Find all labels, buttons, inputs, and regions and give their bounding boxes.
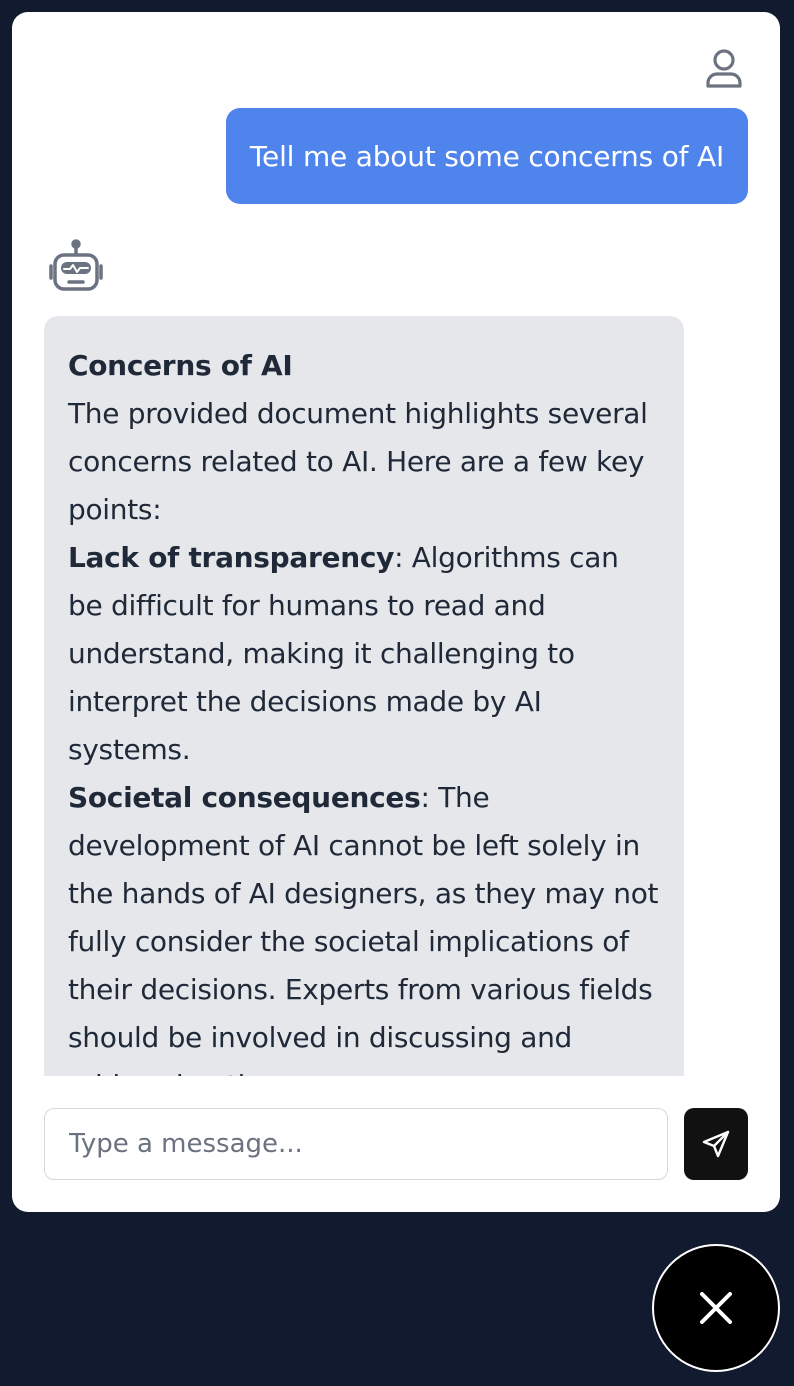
bot-message-title: Concerns of AI bbox=[68, 349, 293, 382]
bot-message-point: Societal consequences: The development o… bbox=[68, 774, 660, 1076]
bot-message-bubble: Concerns of AI The provided document hig… bbox=[44, 316, 684, 1076]
paper-plane-icon bbox=[702, 1130, 730, 1158]
bot-message-point: Lack of transparency: Algorithms can be … bbox=[68, 534, 660, 774]
chat-window: Tell me about some concerns of AI Concer… bbox=[12, 12, 780, 1212]
bot-message-point-heading: Societal consequences bbox=[68, 781, 421, 814]
bot-message-intro: The provided document highlights several… bbox=[68, 397, 648, 526]
user-avatar bbox=[700, 46, 748, 94]
send-button[interactable] bbox=[684, 1108, 748, 1180]
bot-message-point-text: : Algorithms can be difficult for humans… bbox=[68, 541, 619, 766]
user-icon bbox=[706, 49, 742, 88]
close-chat-button[interactable] bbox=[652, 1244, 780, 1372]
robot-icon bbox=[49, 239, 103, 291]
message-composer bbox=[44, 1108, 748, 1180]
user-message-bubble: Tell me about some concerns of AI bbox=[225, 108, 748, 204]
close-icon bbox=[700, 1292, 732, 1324]
user-message-text: Tell me about some concerns of AI bbox=[249, 139, 724, 173]
bot-message-point-text: : The development of AI cannot be left s… bbox=[68, 781, 659, 1076]
bot-avatar bbox=[44, 238, 108, 302]
message-input[interactable] bbox=[44, 1108, 668, 1180]
bot-message-point-heading: Lack of transparency bbox=[68, 541, 395, 574]
